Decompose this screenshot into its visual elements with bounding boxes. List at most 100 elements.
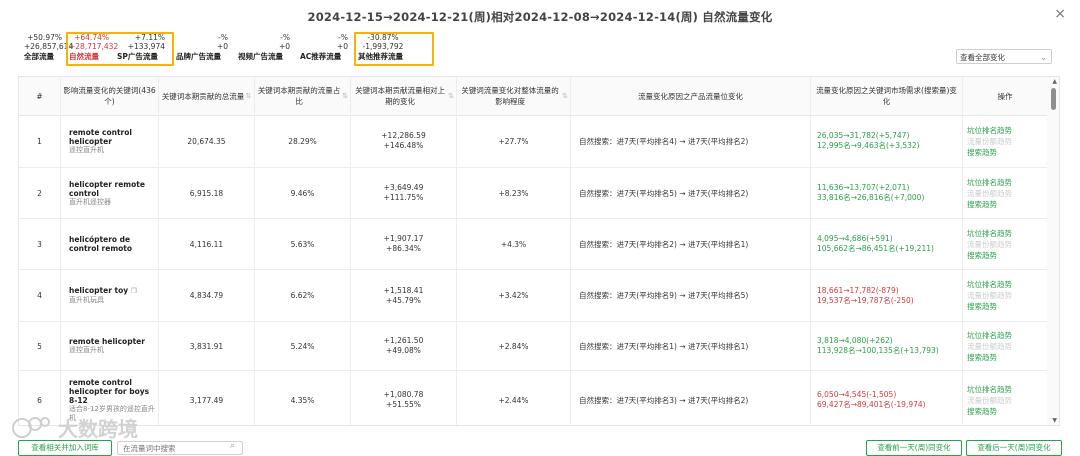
cell-ops: 坑位排名趋势 流量份额趋势 搜索趋势	[963, 371, 1047, 425]
sort-icon[interactable]: ⇅	[245, 91, 251, 102]
keyword-text[interactable]: helicopter toy ❐	[69, 286, 137, 296]
cell-share: 28.29%	[255, 115, 351, 167]
search-trend-link[interactable]: 搜索趋势	[967, 199, 1012, 210]
copy-icon[interactable]: ❐	[128, 287, 137, 295]
cell-change: +12,286.59 +146.48%	[351, 115, 457, 167]
rank-trend-link[interactable]: 坑位排名趋势	[967, 384, 1012, 395]
search-volume-change: 3,818→4,080(+262)	[817, 336, 893, 345]
scrollbar-thumb[interactable]	[1051, 88, 1056, 110]
change-pct: +45.79%	[386, 295, 421, 305]
sort-icon[interactable]: ⇅	[342, 91, 348, 102]
sort-icon[interactable]: ⇅	[448, 91, 454, 102]
cell-total: 4,834.79	[159, 270, 255, 321]
search-volume-change: 26,035→31,782(+5,747)	[817, 131, 910, 140]
metric-all-traffic[interactable]: +50.97% +26,857,614 全部流量	[24, 33, 73, 61]
search-volume-change: 18,661→17,782(-879)	[817, 285, 899, 295]
keyword-label: helicopter remote control	[69, 179, 145, 198]
search-trend-link[interactable]: 搜索趋势	[967, 352, 1012, 363]
cell-keyword: helicopter toy ❐ 直升机玩具	[61, 270, 159, 321]
metric-ac-traffic[interactable]: -% +0 AC推荐流量	[300, 33, 348, 61]
keyword-text[interactable]: remote helicopter	[69, 337, 145, 346]
metric-brand-ad-traffic[interactable]: -% +0 品牌广告流量	[176, 33, 228, 61]
change-pct: +111.75%	[383, 193, 424, 202]
rank-trend-link[interactable]: 坑位排名趋势	[967, 228, 1012, 239]
cell-impact: +2.84%	[457, 322, 571, 370]
close-icon[interactable]: ×	[1054, 6, 1066, 22]
metric-pct: +50.97%	[27, 33, 62, 42]
search-trend-link[interactable]: 搜索趋势	[967, 301, 1012, 312]
share-trend-link: 流量份额趋势	[967, 136, 1012, 146]
scroll-down-icon[interactable]: ▼	[1052, 417, 1057, 424]
keyword-label: helicopter toy	[69, 286, 129, 295]
th-change[interactable]: 关键词本期贡献流量相对上期的变化 ⇅	[351, 77, 457, 115]
th-index: #	[19, 77, 61, 115]
cell-change: +1,080.78 +51.55%	[351, 371, 457, 425]
th-total[interactable]: 关键词本期贡献的总流量 ⇅	[159, 77, 255, 115]
metric-video-ad-traffic[interactable]: -% +0 视频广告流量	[238, 33, 290, 61]
cell-share: 5.63%	[255, 219, 351, 269]
cell-index: 5	[19, 322, 61, 370]
cell-total: 20,674.35	[159, 115, 255, 167]
cell-reason-demand: 11,636→13,707(+2,071) 33,816名→26,816名(+7,…	[811, 168, 963, 218]
keyword-text[interactable]: helicopter remote control	[69, 180, 156, 198]
keyword-text[interactable]: remote control helicopter for boys 8-12	[69, 378, 156, 405]
traffic-share: 5.63%	[290, 239, 315, 249]
scroll-up-icon[interactable]: ▲	[1052, 78, 1057, 85]
cell-index: 3	[19, 219, 61, 269]
position-reason: 自然搜索：进7天(平均排名3) → 进7天(平均排名2)	[579, 395, 749, 405]
traffic-share: 4.35%	[290, 395, 315, 405]
cell-total: 6,915.18	[159, 168, 255, 218]
cell-index: 4	[19, 270, 61, 321]
impact-value: +3.42%	[498, 291, 529, 300]
next-period-button[interactable]: 查看后一天(周)同变化	[966, 440, 1062, 456]
cell-keyword: helicopter remote control 直升机遥控器	[61, 168, 159, 218]
metric-label: 全部流量	[24, 52, 54, 61]
sort-icon[interactable]: ⇅	[562, 91, 568, 102]
th-keyword[interactable]: 影响流量变化的关键词(436个)	[61, 77, 159, 115]
share-trend-link: 流量份额趋势	[967, 341, 1012, 351]
change-pct: +49.08%	[386, 346, 421, 355]
view-filter-select[interactable]: 查看全部变化 ⌄	[956, 49, 1052, 64]
change-abs: +1,518.41	[383, 285, 424, 295]
rank-trend-link[interactable]: 坑位排名趋势	[967, 125, 1012, 136]
cell-change: +1,261.50 +49.08%	[351, 322, 457, 370]
metric-abs: +0	[216, 42, 228, 51]
prev-period-button[interactable]: 查看前一天(周)同变化	[866, 440, 962, 456]
cell-ops: 坑位排名趋势 流量份额趋势 搜索趋势	[963, 270, 1047, 321]
total-traffic: 3,831.91	[189, 341, 224, 351]
rank-trend-link[interactable]: 坑位排名趋势	[967, 177, 1012, 188]
total-traffic: 4,834.79	[189, 291, 224, 300]
th-reason-position: 流量变化原因之产品流量位变化	[571, 77, 811, 115]
total-traffic: 6,915.18	[189, 188, 224, 198]
table-body: 1 remote control helicopter 遥控直升机 20,674.35…	[19, 115, 1047, 425]
keyword-text[interactable]: helicóptero de control remoto	[69, 235, 156, 253]
th-share[interactable]: 关键词本期贡献的流量占比 ⇅	[255, 77, 351, 115]
search-trend-link[interactable]: 搜索趋势	[967, 250, 1012, 261]
share-trend-link: 流量份额趋势	[967, 239, 1012, 249]
rank-trend-link[interactable]: 坑位排名趋势	[967, 279, 1012, 290]
row-index: 4	[37, 291, 42, 300]
keyword-table: # 影响流量变化的关键词(436个) 关键词本期贡献的总流量 ⇅ 关键词本期贡献的…	[18, 76, 1060, 426]
search-trend-link[interactable]: 搜索趋势	[967, 147, 1012, 158]
th-ops: 操作	[997, 91, 1013, 101]
metric-pct: -%	[218, 33, 228, 42]
th-impact[interactable]: 关键词流量变化对整体流量的影响程度 ⇅	[457, 77, 571, 115]
impact-value: +27.7%	[498, 136, 529, 146]
row-index: 6	[37, 395, 42, 405]
search-trend-link[interactable]: 搜索趋势	[967, 406, 1012, 417]
keyword-label: helicóptero de control remoto	[69, 235, 133, 253]
metric-pct: -%	[338, 33, 348, 42]
th-reason-demand: 流量变化原因之关键词市场需求(搜索量)变化	[811, 77, 963, 115]
impact-value: +2.84%	[498, 341, 529, 351]
table-row: 1 remote control helicopter 遥控直升机 20,674.35…	[19, 115, 1047, 168]
cell-reason-position: 自然搜索：进7天(平均排名2) → 进7天(平均排名1)	[571, 219, 811, 269]
cell-reason-demand: 6,050→4,545(-1,505) 69,427名→89,401名(-19,9…	[811, 371, 963, 425]
cell-total: 3,177.49	[159, 371, 255, 425]
keyword-translation: 直升机遥控器	[69, 197, 111, 206]
total-traffic: 3,177.49	[189, 395, 224, 405]
cell-ops: 坑位排名趋势 流量份额趋势 搜索趋势	[963, 115, 1047, 167]
scrollbar[interactable]: ▲ ▼	[1047, 77, 1059, 425]
keyword-text[interactable]: remote control helicopter	[69, 128, 156, 146]
rank-trend-link[interactable]: 坑位排名趋势	[967, 330, 1012, 341]
th-label: 关键词本期贡献的流量占比	[257, 86, 341, 106]
